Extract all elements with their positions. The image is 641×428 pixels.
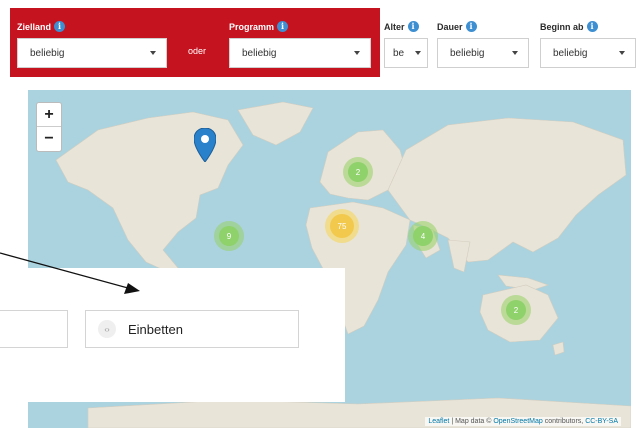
oder-label: oder — [188, 46, 207, 56]
leaflet-link[interactable]: Leaflet — [428, 418, 449, 425]
alter-info-icon[interactable]: i — [407, 21, 419, 32]
programm-label: Programm i — [229, 21, 289, 32]
dauer-label: Dauer i — [437, 21, 477, 32]
cluster-asia[interactable]: 4 — [408, 221, 438, 251]
zielland-label: Zielland i — [17, 21, 66, 32]
cluster-africa[interactable]: 75 — [325, 209, 359, 243]
programm-select[interactable]: beliebig — [229, 38, 371, 68]
dauer-info-icon[interactable]: i — [465, 21, 477, 32]
programm-info-icon[interactable]: i — [277, 21, 289, 32]
zielland-info-icon[interactable]: i — [54, 21, 66, 32]
osm-link[interactable]: OpenStreetMap — [493, 418, 542, 425]
chevron-down-icon — [415, 51, 421, 55]
code-icon: ‹› — [98, 320, 116, 338]
alter-select[interactable]: be — [384, 38, 428, 68]
cluster-europe[interactable]: 2 — [343, 157, 373, 187]
alter-label: Alter i — [384, 21, 419, 32]
chevron-down-icon — [150, 51, 156, 55]
share-link-field[interactable] — [0, 310, 68, 348]
cluster-australia[interactable]: 2 — [501, 295, 531, 325]
cluster-america[interactable]: 9 — [214, 221, 244, 251]
zoom-out-button[interactable]: − — [37, 127, 61, 151]
map-attribution: Leaflet | Map data © OpenStreetMap contr… — [425, 417, 621, 426]
zoom-control: + − — [36, 102, 62, 152]
embed-label: Einbetten — [128, 321, 183, 337]
chevron-down-icon — [354, 51, 360, 55]
zoom-in-button[interactable]: + — [37, 103, 61, 127]
dauer-select[interactable]: beliebig — [437, 38, 529, 68]
chevron-down-icon — [512, 51, 518, 55]
beginn-label: Beginn ab i — [540, 21, 598, 32]
license-link[interactable]: CC-BY-SA — [585, 418, 618, 425]
beginn-select[interactable]: beliebig — [540, 38, 636, 68]
chevron-down-icon — [619, 51, 625, 55]
beginn-info-icon[interactable]: i — [586, 21, 598, 32]
embed-button[interactable]: ‹› Einbetten — [85, 310, 299, 348]
zielland-select[interactable]: beliebig — [17, 38, 167, 68]
map-marker-icon[interactable] — [194, 128, 216, 162]
